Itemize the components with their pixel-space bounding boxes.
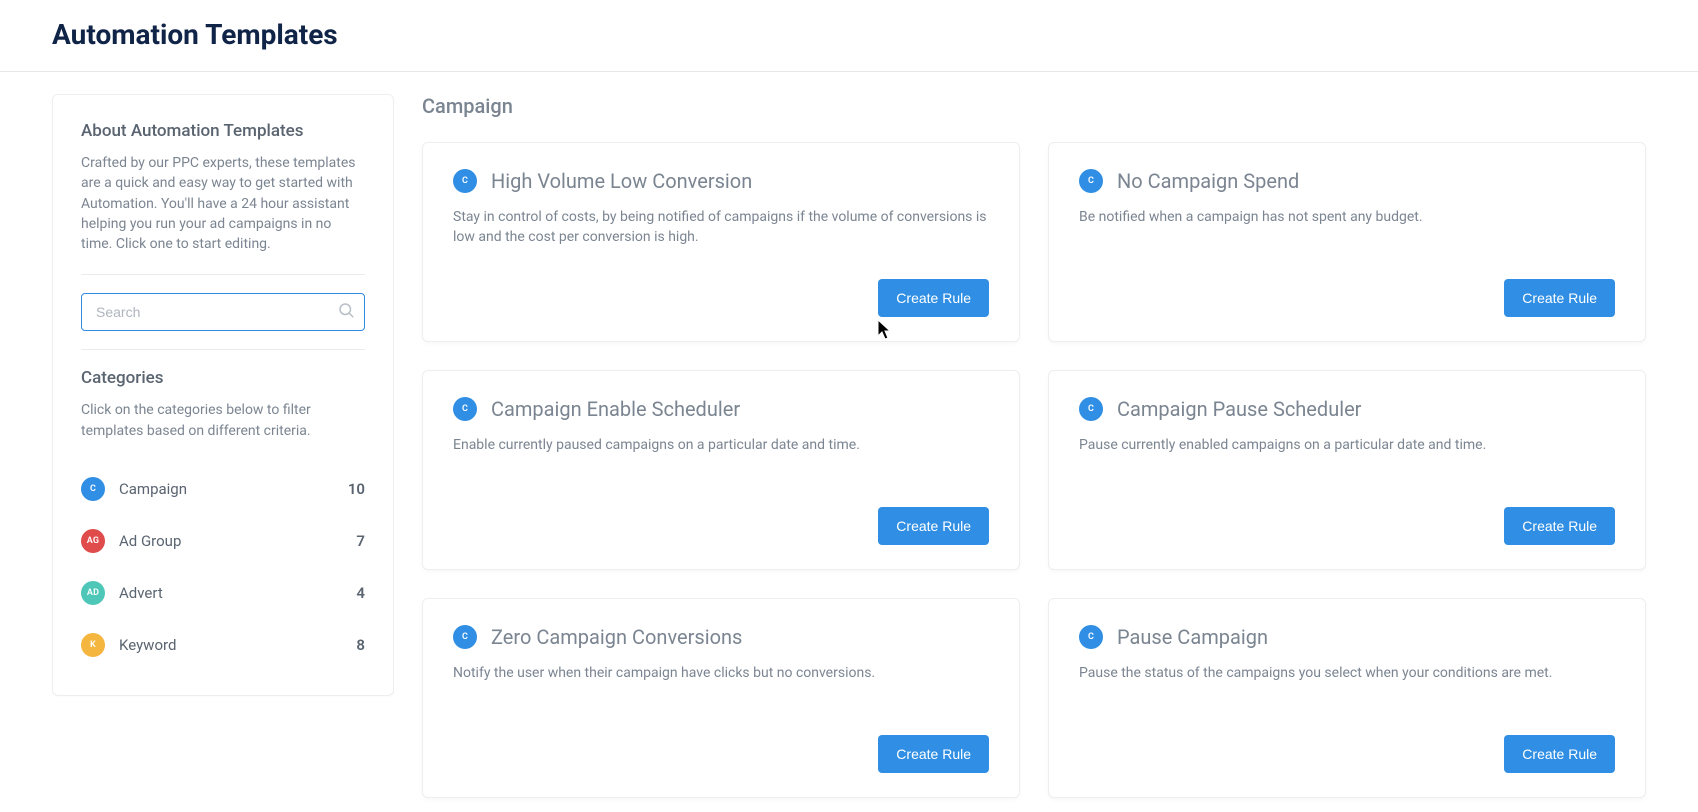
category-label: Keyword	[119, 636, 176, 654]
sidebar: About Automation Templates Crafted by ou…	[52, 94, 394, 696]
categories-hint: Click on the categories below to filter …	[81, 400, 365, 441]
category-count: 10	[348, 480, 365, 498]
category-count: 4	[356, 584, 365, 602]
category-label: Advert	[119, 584, 163, 602]
divider	[81, 349, 365, 350]
category-count: 7	[356, 532, 365, 550]
template-card-zero-conversions: C Zero Campaign Conversions Notify the u…	[422, 598, 1020, 798]
create-rule-button[interactable]: Create Rule	[1504, 279, 1615, 317]
campaign-badge-icon: C	[1079, 397, 1103, 421]
category-item-keyword[interactable]: K Keyword 8	[81, 619, 365, 671]
campaign-badge-icon: C	[453, 397, 477, 421]
template-card-pause-campaign: C Pause Campaign Pause the status of the…	[1048, 598, 1646, 798]
category-item-campaign[interactable]: C Campaign 10	[81, 463, 365, 515]
card-title: High Volume Low Conversion	[491, 169, 752, 193]
create-rule-button[interactable]: Create Rule	[878, 735, 989, 773]
template-card-no-campaign-spend: C No Campaign Spend Be notified when a c…	[1048, 142, 1646, 342]
divider	[81, 274, 365, 275]
about-text: Crafted by our PPC experts, these templa…	[81, 153, 365, 254]
campaign-badge-icon: C	[453, 625, 477, 649]
card-title: Zero Campaign Conversions	[491, 625, 742, 649]
template-card-enable-scheduler: C Campaign Enable Scheduler Enable curre…	[422, 370, 1020, 570]
card-title: Campaign Enable Scheduler	[491, 397, 740, 421]
advert-badge-icon: AD	[81, 581, 105, 605]
card-description: Enable currently paused campaigns on a p…	[453, 435, 989, 489]
keyword-badge-icon: K	[81, 633, 105, 657]
about-title: About Automation Templates	[81, 121, 365, 141]
content-section-title: Campaign	[422, 94, 1646, 118]
categories-title: Categories	[81, 368, 365, 388]
card-description: Notify the user when their campaign have…	[453, 663, 989, 717]
campaign-badge-icon: C	[1079, 625, 1103, 649]
card-description: Be notified when a campaign has not spen…	[1079, 207, 1615, 261]
main-container: About Automation Templates Crafted by ou…	[0, 72, 1698, 798]
card-description: Pause the status of the campaigns you se…	[1079, 663, 1615, 717]
search-wrapper	[81, 293, 365, 331]
category-label: Ad Group	[119, 532, 181, 550]
card-grid: C High Volume Low Conversion Stay in con…	[422, 142, 1646, 798]
category-label: Campaign	[119, 480, 187, 498]
category-item-adgroup[interactable]: AG Ad Group 7	[81, 515, 365, 567]
template-card-pause-scheduler: C Campaign Pause Scheduler Pause current…	[1048, 370, 1646, 570]
card-description: Stay in control of costs, by being notif…	[453, 207, 989, 261]
campaign-badge-icon: C	[453, 169, 477, 193]
campaign-badge-icon: C	[1079, 169, 1103, 193]
category-item-advert[interactable]: AD Advert 4	[81, 567, 365, 619]
card-title: No Campaign Spend	[1117, 169, 1299, 193]
create-rule-button[interactable]: Create Rule	[878, 279, 989, 317]
template-card-high-volume-low-conversion: C High Volume Low Conversion Stay in con…	[422, 142, 1020, 342]
card-title: Pause Campaign	[1117, 625, 1268, 649]
campaign-badge-icon: C	[81, 477, 105, 501]
page-title: Automation Templates	[52, 18, 1646, 51]
card-description: Pause currently enabled campaigns on a p…	[1079, 435, 1615, 489]
category-list: C Campaign 10 AG Ad Group 7 AD Advert 4	[81, 463, 365, 671]
search-input[interactable]	[81, 293, 365, 331]
create-rule-button[interactable]: Create Rule	[1504, 507, 1615, 545]
adgroup-badge-icon: AG	[81, 529, 105, 553]
content: Campaign C High Volume Low Conversion St…	[422, 94, 1646, 798]
create-rule-button[interactable]: Create Rule	[1504, 735, 1615, 773]
category-count: 8	[356, 636, 365, 654]
create-rule-button[interactable]: Create Rule	[878, 507, 989, 545]
card-title: Campaign Pause Scheduler	[1117, 397, 1361, 421]
page-header: Automation Templates	[0, 0, 1698, 72]
